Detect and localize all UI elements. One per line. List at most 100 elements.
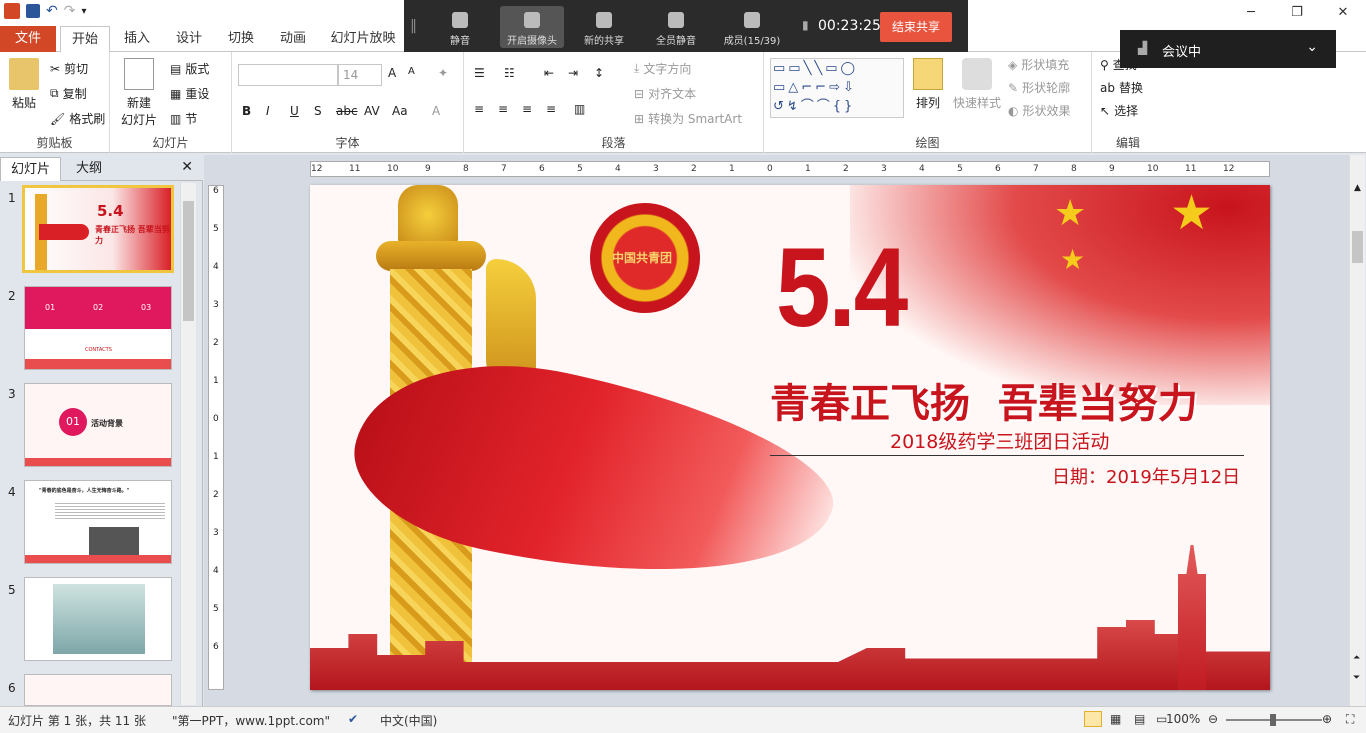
section-button[interactable]: ▥ 节 [170, 110, 197, 127]
slide-canvas[interactable]: ★ ★ ★ 中国共青团 5.4 青春正飞扬 吾辈当努力 2018级药学三班团日活… [310, 185, 1270, 690]
text-direction-button[interactable]: ⤓ 文字方向 [634, 60, 691, 77]
thumbnail-slide-5[interactable] [24, 577, 172, 661]
editor-scrollbar[interactable]: ▲ ⏶ ⏷ [1349, 155, 1365, 706]
arrange-icon [913, 58, 943, 90]
tab-slideshow[interactable]: 幻灯片放映 [326, 26, 400, 52]
slides-pane-scrollbar[interactable] [180, 183, 196, 705]
font-color-button[interactable]: A [432, 104, 440, 118]
scroll-thumb[interactable] [1352, 231, 1363, 263]
format-painter-button[interactable]: 🖌 格式刷 [50, 110, 105, 127]
replace-button[interactable]: ab 替换 [1100, 79, 1143, 96]
camera-button[interactable]: 开启摄像头 [500, 6, 564, 48]
font-size-select[interactable]: 14 [338, 64, 382, 86]
shape-outline-button[interactable]: ✎ 形状轮廓 [1008, 79, 1070, 96]
spacing-button[interactable]: AV [364, 104, 380, 118]
normal-view-icon[interactable] [1084, 711, 1102, 727]
layout-button[interactable]: ▤ 版式 [170, 60, 209, 77]
meeting-status-panel[interactable]: ▟ 会议中 ⌄ [1120, 30, 1336, 68]
tab-file[interactable]: 文件 [0, 26, 56, 52]
tab-home[interactable]: 开始 [60, 26, 110, 53]
restore-button[interactable]: ❐ [1274, 0, 1320, 26]
scroll-up-icon[interactable]: ▲ [1350, 183, 1365, 193]
save-icon[interactable] [26, 4, 40, 18]
redo-icon[interactable]: ↷ [64, 3, 76, 19]
thumbnail-slide-4[interactable]: "青春的底色是奋斗，人生无悔奋斗路。" [24, 480, 172, 564]
clear-format-button[interactable]: ✦ [438, 66, 448, 80]
bullets-button[interactable]: ☰ [474, 66, 485, 80]
grow-font-button[interactable]: A [388, 66, 396, 80]
customize-qat-icon[interactable]: ▾ [81, 6, 86, 17]
mute-button[interactable]: 静音 [428, 6, 492, 48]
align-center-button[interactable]: ≡ [498, 102, 508, 116]
next-slide-icon[interactable]: ⏷ [1353, 673, 1360, 683]
align-left-button[interactable]: ≡ [474, 102, 484, 116]
replace-label: 替换 [1118, 81, 1143, 95]
align-right-button[interactable]: ≡ [522, 102, 532, 116]
shape-outline-label: 形状轮廓 [1022, 81, 1071, 95]
shape-effects-button[interactable]: ◐ 形状效果 [1008, 102, 1071, 119]
mute-all-button[interactable]: 全员静音 [644, 6, 708, 48]
tab-slides[interactable]: 幻灯片 [0, 157, 62, 181]
thumbnail-slide-1[interactable]: 5.4 青春正飞扬 吾辈当努力 [22, 185, 174, 273]
shadow-button[interactable]: S [314, 104, 322, 118]
justify-button[interactable]: ≡ [546, 102, 556, 116]
proofing-icon[interactable]: ✔ [348, 712, 358, 726]
close-button[interactable]: ✕ [1320, 0, 1366, 26]
powerpoint-icon[interactable] [4, 3, 20, 19]
new-slide-button[interactable]: 新建 幻灯片 [116, 58, 162, 128]
zoom-slider-thumb[interactable] [1270, 714, 1276, 726]
quick-styles-label: 快速样式 [952, 96, 1001, 110]
thumbnail-slide-6[interactable] [24, 674, 172, 706]
shape-fill-button[interactable]: ◈ 形状填充 [1008, 56, 1069, 73]
shapes-gallery[interactable]: ▭▭╲╲▭◯ ▭△⌐⌐⇨⇩ ↺↯⌒⌒{} [770, 58, 904, 118]
numbering-button[interactable]: ☷ [504, 66, 515, 80]
columns-button[interactable]: ▥ [574, 102, 585, 116]
chevron-down-icon[interactable]: ⌄ [1306, 39, 1318, 55]
paste-button[interactable]: 粘贴 [6, 58, 42, 111]
tab-design[interactable]: 设计 [166, 26, 212, 52]
arrange-button[interactable]: 排列 [908, 58, 948, 111]
scroll-thumb[interactable] [183, 201, 194, 321]
minimize-button[interactable]: ─ [1228, 0, 1274, 26]
prev-slide-icon[interactable]: ⏶ [1353, 653, 1360, 663]
increase-indent-button[interactable]: ⇥ [568, 66, 578, 80]
tab-animations[interactable]: 动画 [270, 26, 316, 52]
select-button[interactable]: ↖ 选择 [1100, 102, 1138, 119]
reset-button[interactable]: ▦ 重设 [170, 85, 209, 102]
new-share-button[interactable]: 新的共享 [572, 6, 636, 48]
underline-button[interactable]: U [290, 104, 299, 118]
bold-button[interactable]: B [242, 104, 251, 118]
tab-transitions[interactable]: 切换 [218, 26, 264, 52]
strikethrough-button[interactable]: abc [336, 104, 358, 118]
zoom-out-icon[interactable]: ⊖ [1208, 712, 1218, 726]
end-share-button[interactable]: 结束共享 [880, 12, 952, 42]
fit-slide-icon[interactable]: ⛶ [1346, 712, 1354, 727]
change-case-button[interactable]: Aa [392, 104, 408, 118]
reading-view-icon[interactable]: ▤ [1134, 712, 1145, 726]
shrink-font-button[interactable]: A [408, 66, 415, 77]
quick-styles-button[interactable]: 快速样式 [950, 58, 1004, 111]
cut-button[interactable]: ✂ 剪切 [50, 60, 88, 77]
language-status[interactable]: 中文(中国) [380, 712, 437, 729]
smartart-button[interactable]: ⊞ 转换为 SmartArt [634, 110, 742, 127]
drag-handle-icon[interactable]: ‖ [410, 18, 417, 34]
zoom-in-icon[interactable]: ⊕ [1322, 712, 1332, 726]
undo-icon[interactable]: ↶ [46, 3, 58, 19]
thumbnail-slide-2[interactable]: 01 02 03 CONTACTS [24, 286, 172, 370]
italic-button[interactable]: I [266, 104, 270, 118]
zoom-level[interactable]: 100% [1166, 712, 1200, 726]
align-text-button[interactable]: ⊟ 对齐文本 [634, 85, 696, 102]
decrease-indent-button[interactable]: ⇤ [544, 66, 554, 80]
font-name-select[interactable] [238, 64, 338, 86]
tab-outline[interactable]: 大纲 [66, 157, 112, 181]
thumbnail-slide-3[interactable]: 01 活动背景 [24, 383, 172, 467]
copy-button[interactable]: ⧉ 复制 [50, 85, 87, 102]
members-button[interactable]: 成员(15/39) [714, 6, 790, 48]
zoom-slider[interactable] [1226, 714, 1322, 726]
tab-insert[interactable]: 插入 [114, 26, 160, 52]
close-pane-icon[interactable]: ✕ [181, 159, 193, 175]
skyline-tower [1178, 545, 1206, 690]
slide-sorter-icon[interactable]: ▦ [1110, 712, 1121, 726]
layout-icon: ▤ [170, 61, 182, 76]
line-spacing-button[interactable]: ↕ [594, 66, 604, 80]
